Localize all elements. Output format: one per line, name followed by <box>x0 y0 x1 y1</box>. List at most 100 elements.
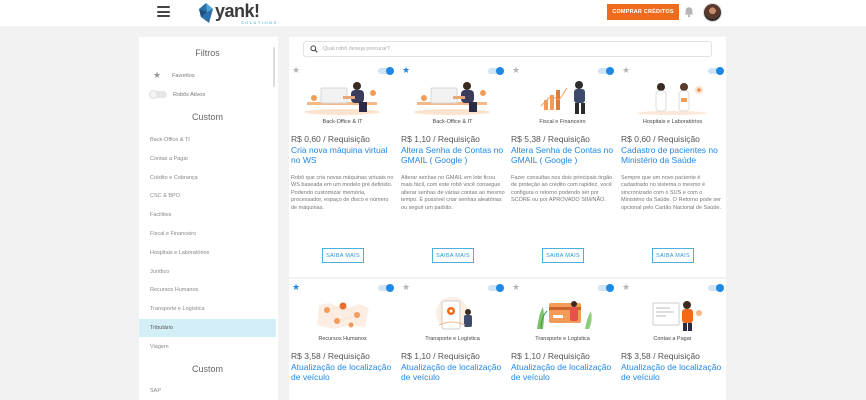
search-bar[interactable] <box>303 41 712 57</box>
logo-mark-icon <box>199 3 213 23</box>
learn-more-button[interactable]: SAIBA MAIS <box>652 248 694 263</box>
robot-card[interactable]: ★ Transporte e Logística R$ 1,10 / Requisi… <box>509 283 616 400</box>
toggle-track <box>149 90 167 99</box>
card-title[interactable]: Atualização de localização de veículo <box>291 362 395 382</box>
robot-card[interactable]: ★ Back-Office & IT R$ 0,60 / Requisição Cri… <box>289 66 396 271</box>
card-description: Robô que cria novas máquinas virtuais no… <box>291 175 394 211</box>
enable-toggle[interactable] <box>598 67 614 75</box>
card-category: Transporte e Logística <box>535 336 590 342</box>
robot-card[interactable]: ★ Fiscal e Financeiro R$ 5,38 / Requisição… <box>509 66 616 271</box>
card-category: Hospitais e Laboratórios <box>642 119 703 125</box>
sidebar-item[interactable]: Contas a Pagar <box>139 150 276 168</box>
learn-more-button[interactable]: SAIBA MAIS <box>542 248 584 263</box>
robot-card[interactable]: ★ Back-Office & IT R$ 1,10 / Requisição Alt… <box>399 66 506 271</box>
robot-card[interactable]: ★ Hospitais e Laboratórios R$ 0,60 / Requi… <box>619 66 726 271</box>
card-category: Contas a Pagar <box>653 336 692 342</box>
robot-card[interactable]: ★ Recursos Humanos R$ 3,58 / Requisição Atu… <box>289 283 396 400</box>
favorite-star-icon[interactable]: ★ <box>292 283 300 292</box>
favorite-star-icon[interactable]: ★ <box>512 66 520 75</box>
doctors-illustration <box>629 78 716 116</box>
card-price: R$ 1,10 / Requisição <box>401 134 480 144</box>
active-robots-toggle[interactable]: Robôs Ativos <box>149 90 206 99</box>
favorite-star-icon[interactable]: ★ <box>512 283 520 292</box>
card-category: Fiscal e Financeiro <box>539 119 586 125</box>
section-title-custom-2: Custom <box>191 364 223 374</box>
robot-catalog: ★Back-Office & ITR$ 0,60 / RequisiçãoCri… <box>289 37 726 400</box>
person-laptop-illustration <box>299 78 386 116</box>
card-price: R$ 3,58 / Requisição <box>621 351 700 361</box>
sidebar-item[interactable]: Hospitais e Laboratórios <box>139 244 276 262</box>
card-price: R$ 5,38 / Requisição <box>511 134 590 144</box>
map-pins-illustration <box>299 295 386 333</box>
robot-card[interactable]: ★ Contas a Pagar R$ 3,58 / Requisição Atual… <box>619 283 726 400</box>
person-laptop-illustration <box>409 78 496 116</box>
favorite-star-icon[interactable]: ★ <box>292 66 300 75</box>
buy-credits-button[interactable]: COMPRAR CRÉDITOS <box>607 4 679 20</box>
learn-more-button[interactable]: SAIBA MAIS <box>432 248 474 263</box>
sidebar-item[interactable]: Crédito e Cobrança <box>139 169 276 187</box>
card-title[interactable]: Cria nova máquina virtual no WS <box>291 145 395 165</box>
payment-illustration <box>629 295 716 333</box>
enable-toggle[interactable] <box>488 284 504 292</box>
card-plants-illustration <box>519 295 606 333</box>
search-input[interactable] <box>323 46 703 52</box>
card-price: R$ 0,60 / Requisição <box>621 134 700 144</box>
sidebar-item[interactable]: Facilities <box>139 206 276 224</box>
card-category: Transporte e Logística <box>425 336 480 342</box>
filters-sidebar: Filtros ★ Favoritos Robôs Ativos Custom … <box>139 37 278 400</box>
sidebar-item[interactable]: Recursos Humanos <box>139 281 276 299</box>
card-price: R$ 0,60 / Requisição <box>291 134 370 144</box>
card-price: R$ 1,10 / Requisição <box>401 351 480 361</box>
star-icon: ★ <box>153 70 162 80</box>
row-divider <box>289 277 726 279</box>
menu-icon[interactable] <box>157 6 170 17</box>
bell-icon[interactable] <box>683 6 695 18</box>
favorites-label: Favoritos <box>172 72 195 79</box>
card-category: Back-Office & IT <box>432 119 473 125</box>
logo-subtitle: SOLUTIONS <box>241 19 278 25</box>
sidebar-item[interactable]: Jurídico <box>139 263 276 281</box>
favorite-star-icon[interactable]: ★ <box>402 66 410 75</box>
card-title[interactable]: Atualização de localização de veículo <box>511 362 615 382</box>
sidebar-item[interactable]: Fiscal e Financeiro <box>139 225 276 243</box>
card-category: Recursos Humanos <box>318 336 367 342</box>
card-description: Fazer consultas nos dois principais órgã… <box>511 175 613 204</box>
favorite-star-icon[interactable]: ★ <box>402 283 410 292</box>
favorites-filter[interactable]: ★ Favoritos <box>153 70 195 81</box>
finance-illustration <box>519 78 606 116</box>
robot-card[interactable]: ★ Transporte e Logística R$ 1,10 / Requisi… <box>399 283 506 400</box>
sidebar-item[interactable]: Viagem <box>139 338 276 356</box>
card-description: Sempre que um novo paciente é cadastrado… <box>621 175 721 211</box>
card-price: R$ 3,58 / Requisição <box>291 351 370 361</box>
favorite-star-icon[interactable]: ★ <box>622 283 630 292</box>
enable-toggle[interactable] <box>598 284 614 292</box>
search-icon <box>310 45 318 53</box>
sidebar-item[interactable]: Transporte e Logística <box>139 300 276 318</box>
card-title[interactable]: Atualização de localização de veículo <box>401 362 505 382</box>
card-price: R$ 1,10 / Requisição <box>511 351 590 361</box>
card-title[interactable]: Atualização de localização de veículo <box>621 362 725 382</box>
filters-title: Filtros <box>195 48 220 58</box>
sidebar-item[interactable]: Back-Office & TI <box>139 131 276 149</box>
card-title[interactable]: Altera Senha de Contas no GMAIL ( Google… <box>401 145 505 165</box>
phone-map-illustration <box>409 295 496 333</box>
sidebar-item[interactable]: CSC & BPO <box>139 187 276 205</box>
card-description: Alterar senhas no GMAIL em lote ficou ma… <box>401 175 505 211</box>
sidebar-item[interactable]: SAP <box>139 382 276 400</box>
learn-more-button[interactable]: SAIBA MAIS <box>322 248 364 263</box>
section-title-custom: Custom <box>191 112 223 122</box>
card-category: Back-Office & IT <box>322 119 363 125</box>
enable-toggle[interactable] <box>708 67 724 75</box>
top-bar: yank! SOLUTIONS COMPRAR CRÉDITOS <box>0 0 866 26</box>
avatar[interactable] <box>703 3 722 22</box>
enable-toggle[interactable] <box>378 67 394 75</box>
enable-toggle[interactable] <box>488 67 504 75</box>
favorite-star-icon[interactable]: ★ <box>622 66 630 75</box>
logo[interactable]: yank! SOLUTIONS <box>199 1 278 25</box>
active-robots-label: Robôs Ativos <box>173 91 206 98</box>
card-title[interactable]: Altera Senha de Contas no GMAIL ( Google… <box>511 145 615 165</box>
card-title[interactable]: Cadastro de pacientes no Ministério da S… <box>621 145 725 165</box>
enable-toggle[interactable] <box>378 284 394 292</box>
enable-toggle[interactable] <box>708 284 724 292</box>
sidebar-item[interactable]: Tributário <box>139 319 276 337</box>
